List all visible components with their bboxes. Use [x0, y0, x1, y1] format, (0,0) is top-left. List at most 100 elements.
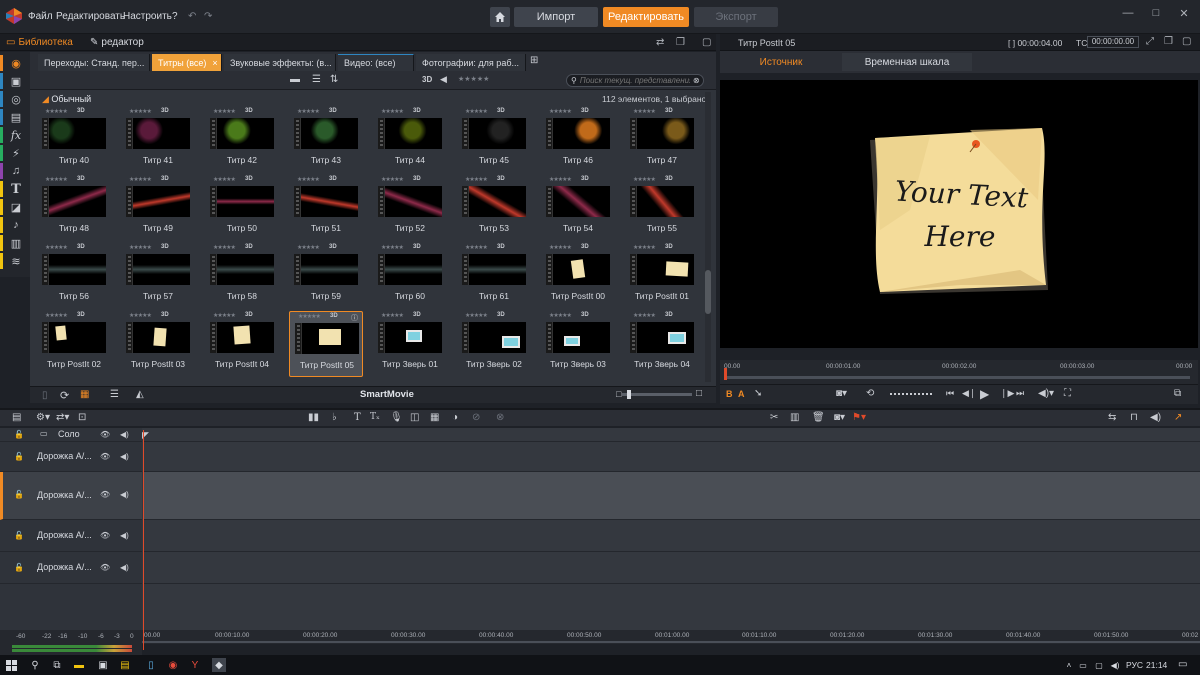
- clear-search-icon[interactable]: ⊗: [693, 76, 700, 85]
- audio-mixer-icon[interactable]: ▮▮: [308, 412, 319, 423]
- thumbnail-zoom-knob[interactable]: [627, 390, 631, 399]
- rating-stars[interactable]: ★★★★★: [45, 312, 68, 319]
- audio-scrub-icon[interactable]: ◀): [1150, 412, 1161, 423]
- rating-stars[interactable]: ★★★★★: [213, 108, 236, 115]
- file-explorer-icon[interactable]: ▬: [72, 658, 86, 672]
- rating-stars[interactable]: ★★★★★: [129, 176, 152, 183]
- audio-speaker-icon[interactable]: ◀): [120, 563, 129, 572]
- step-forward-icon[interactable]: ❘▶: [1000, 388, 1014, 399]
- tray-display-icon[interactable]: ▢: [1092, 658, 1106, 672]
- menu-file[interactable]: Файл: [28, 11, 53, 22]
- title-thumbnail[interactable]: ★★★★★ 3D Титр 53: [457, 175, 531, 241]
- rating-stars[interactable]: ★★★★★: [549, 312, 572, 319]
- lock-icon[interactable]: 🔓: [14, 490, 24, 499]
- rating-stars[interactable]: ★★★★★: [297, 108, 320, 115]
- rating-stars[interactable]: ★★★★★: [381, 244, 404, 251]
- redo-icon[interactable]: ↷: [204, 11, 212, 22]
- effects-icon[interactable]: fx: [8, 127, 24, 143]
- rating-stars[interactable]: ★★★★★: [129, 312, 152, 319]
- filter-3d-button[interactable]: 3D: [422, 75, 432, 84]
- tab-close-icon[interactable]: ×: [212, 58, 217, 68]
- timeline-playhead[interactable]: [143, 430, 144, 650]
- volume-icon[interactable]: ◀)▾: [1038, 388, 1054, 399]
- tab-video[interactable]: Видео: (все): [338, 54, 414, 71]
- search-input[interactable]: [579, 76, 690, 85]
- voiceover-icon[interactable]: 🎙: [390, 412, 403, 423]
- minimize-icon[interactable]: —: [1118, 7, 1138, 21]
- rating-stars[interactable]: ★★★★★: [381, 312, 404, 319]
- visibility-eye-icon[interactable]: 👁: [100, 531, 110, 540]
- title-thumbnail[interactable]: ★★★★★ 3D ⓘ Титр PostIt 05: [289, 311, 363, 377]
- timeline-gear-icon[interactable]: ⚙▾: [36, 412, 50, 423]
- undo-icon[interactable]: ↶: [188, 11, 196, 22]
- visibility-eye-icon[interactable]: 👁: [100, 563, 110, 572]
- title-thumbnail[interactable]: ★★★★★ 3D Титр PostIt 02: [37, 311, 111, 377]
- title-thumbnail[interactable]: ★★★★★ 3D Титр 58: [205, 243, 279, 309]
- rating-filter-stars[interactable]: ★★★★★: [458, 75, 489, 83]
- title-thumbnail[interactable]: ★★★★★ 3D Титр 49: [121, 175, 195, 241]
- title-thumbnail[interactable]: ★★★★★ 3D Титр 61: [457, 243, 531, 309]
- panel-expand-icon[interactable]: ▢: [702, 37, 711, 48]
- title-thumbnail[interactable]: ★★★★★ 3D Титр 59: [289, 243, 363, 309]
- mark-a-button[interactable]: A: [738, 389, 745, 399]
- rating-stars[interactable]: ★★★★★: [633, 312, 656, 319]
- shuttle-control[interactable]: [890, 393, 934, 395]
- title-thumbnail[interactable]: ★★★★★ 3D Титр 40: [37, 107, 111, 173]
- title-thumbnail[interactable]: ★★★★★ 3D Титр 48: [37, 175, 111, 241]
- title-thumbnail[interactable]: ★★★★★ 3D Титр PostIt 04: [205, 311, 279, 377]
- windows-start-icon[interactable]: [4, 658, 18, 672]
- search-field[interactable]: ⚲ ⊗: [566, 74, 704, 87]
- task-view-icon[interactable]: ⧉: [50, 658, 64, 672]
- albums-icon[interactable]: ▤: [8, 109, 24, 125]
- notepad-icon[interactable]: ▯: [144, 658, 158, 672]
- keyframe-icon[interactable]: ◫: [410, 412, 419, 423]
- go-to-end-icon[interactable]: ⏭: [1016, 388, 1024, 399]
- track-lane[interactable]: [144, 552, 1200, 584]
- scorefitter-icon[interactable]: ♪: [8, 217, 24, 233]
- color-icon[interactable]: ◑: [452, 412, 458, 423]
- razor-icon[interactable]: ✂: [770, 412, 778, 423]
- library-scrollbar-thumb[interactable]: [705, 270, 711, 314]
- folder-icon[interactable]: ▬: [290, 74, 300, 85]
- rating-stars[interactable]: ★★★★★: [213, 244, 236, 251]
- grid-view-icon[interactable]: ▦: [80, 389, 89, 400]
- fullscreen-preview-icon[interactable]: ⛶: [1064, 388, 1071, 399]
- notifications-icon[interactable]: ▭: [1178, 659, 1187, 670]
- multicam-icon[interactable]: ▦: [430, 412, 439, 423]
- rating-stars[interactable]: ★★★★★: [465, 108, 488, 115]
- rating-stars[interactable]: ★★★★★: [549, 108, 572, 115]
- montage-icon[interactable]: ◪: [8, 199, 24, 215]
- details-view-icon[interactable]: ☰: [110, 389, 119, 400]
- title-thumbnail[interactable]: ★★★★★ 3D Титр 57: [121, 243, 195, 309]
- title-thumbnail[interactable]: ★★★★★ 3D Титр 50: [205, 175, 279, 241]
- library-tab[interactable]: ▭ Библиотека: [6, 36, 73, 49]
- maximize-icon[interactable]: □: [1146, 7, 1166, 21]
- rating-stars[interactable]: ★★★★★: [381, 108, 404, 115]
- export-mode-button[interactable]: Экспорт: [694, 7, 778, 27]
- storyboard-icon[interactable]: ⊡: [78, 412, 86, 423]
- list-view-icon[interactable]: ☰: [312, 74, 321, 85]
- rating-stars[interactable]: ★★★★★: [549, 244, 572, 251]
- audio-speaker-icon[interactable]: ◀): [120, 531, 129, 540]
- title-thumbnail[interactable]: ★★★★★ 3D Титр 47: [625, 107, 699, 173]
- tray-language[interactable]: РУС: [1126, 660, 1143, 670]
- rating-stars[interactable]: ★★★★★: [633, 244, 656, 251]
- preview-player[interactable]: Your Text Here: [720, 80, 1198, 348]
- tray-clock[interactable]: 21:14: [1146, 660, 1167, 670]
- store-icon[interactable]: ▣: [96, 658, 110, 672]
- library-scrollbar[interactable]: [705, 92, 711, 382]
- go-to-start-icon[interactable]: ⏮: [946, 388, 954, 399]
- title-thumbnail[interactable]: ★★★★★ 3D Титр 54: [541, 175, 615, 241]
- trash-clip-icon[interactable]: 🗑: [812, 412, 825, 423]
- lock-icon[interactable]: 🔓: [14, 531, 24, 540]
- title-tool-icon[interactable]: T: [354, 412, 361, 423]
- sound-effects-icon[interactable]: ≋: [8, 253, 24, 269]
- yandex-icon[interactable]: Y: [188, 658, 202, 672]
- help-icon[interactable]: ?: [172, 11, 178, 22]
- title-thumbnail[interactable]: ★★★★★ 3D Титр Зверь 04: [625, 311, 699, 377]
- delete-clip-icon[interactable]: ▥: [790, 412, 799, 423]
- menu-settings[interactable]: Настроить: [123, 11, 172, 22]
- rating-stars[interactable]: ★★★★★: [213, 176, 236, 183]
- title-thumbnail[interactable]: ★★★★★ 3D Титр 42: [205, 107, 279, 173]
- tab-photos[interactable]: Фотографии: для раб...: [416, 54, 526, 71]
